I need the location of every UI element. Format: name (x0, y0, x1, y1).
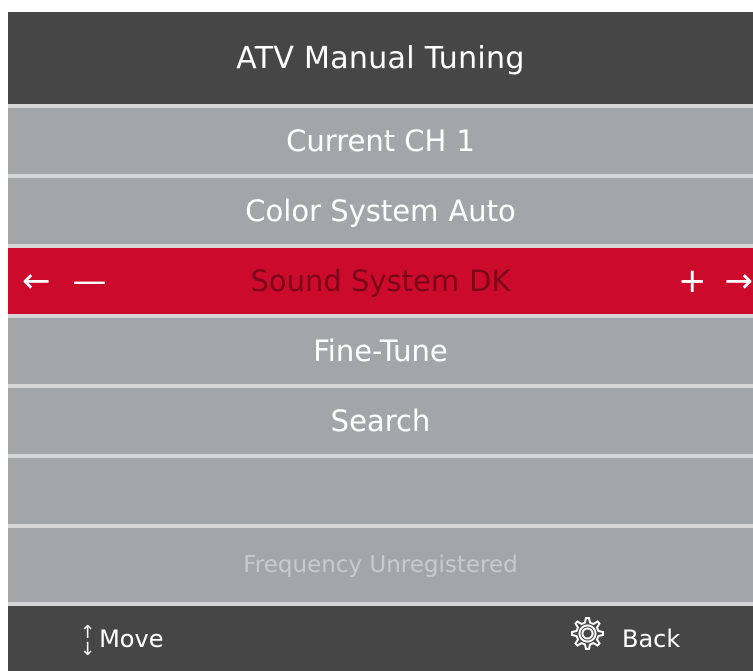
gear-icon (571, 616, 604, 650)
menu-item-sound-system[interactable]: ← — Sound System DK + → (8, 248, 753, 314)
footer-bar: ↑ ↓ Move Back (8, 606, 753, 671)
color-system-value: Auto (448, 194, 516, 228)
menu-item-empty (8, 458, 753, 524)
atv-manual-tuning-panel: ATV Manual Tuning Current CH 1 Color Sys… (8, 12, 753, 671)
plus-icon[interactable]: + (678, 261, 707, 301)
down-arrow-icon: ↓ (80, 638, 96, 660)
frequency-status-text: Frequency Unregistered (243, 552, 518, 578)
back-button[interactable]: Back (568, 606, 680, 671)
sound-system-label: Sound System (250, 264, 460, 298)
menu-item-color-system[interactable]: Color System Auto (8, 178, 753, 244)
right-arrow-icon[interactable]: → (725, 261, 753, 301)
color-system-label: Color System (245, 194, 439, 228)
search-label: Search (330, 404, 431, 438)
move-label: Move (99, 624, 164, 653)
left-arrow-icon[interactable]: ← (22, 261, 51, 301)
up-down-arrows-icon: ↑ ↓ (80, 621, 96, 660)
sound-system-increase-controls: + → (678, 248, 753, 314)
move-hint: ↑ ↓ Move (80, 606, 163, 671)
menu-item-search[interactable]: Search (8, 388, 753, 454)
sound-system-value: DK (469, 264, 511, 298)
fine-tune-label: Fine-Tune (313, 334, 448, 368)
up-arrow-icon: ↑ (80, 621, 96, 643)
page-title: ATV Manual Tuning (8, 12, 753, 104)
minus-icon[interactable]: — (73, 261, 107, 301)
page-title-text: ATV Manual Tuning (236, 40, 525, 76)
frequency-status-row: Frequency Unregistered (8, 528, 753, 602)
current-ch-value: 1 (456, 124, 475, 158)
menu-item-current-ch[interactable]: Current CH 1 (8, 108, 753, 174)
menu-item-fine-tune[interactable]: Fine-Tune (8, 318, 753, 384)
back-label: Back (622, 624, 681, 653)
sound-system-decrease-controls: ← — (22, 248, 107, 314)
current-ch-label: Current CH (286, 124, 447, 158)
